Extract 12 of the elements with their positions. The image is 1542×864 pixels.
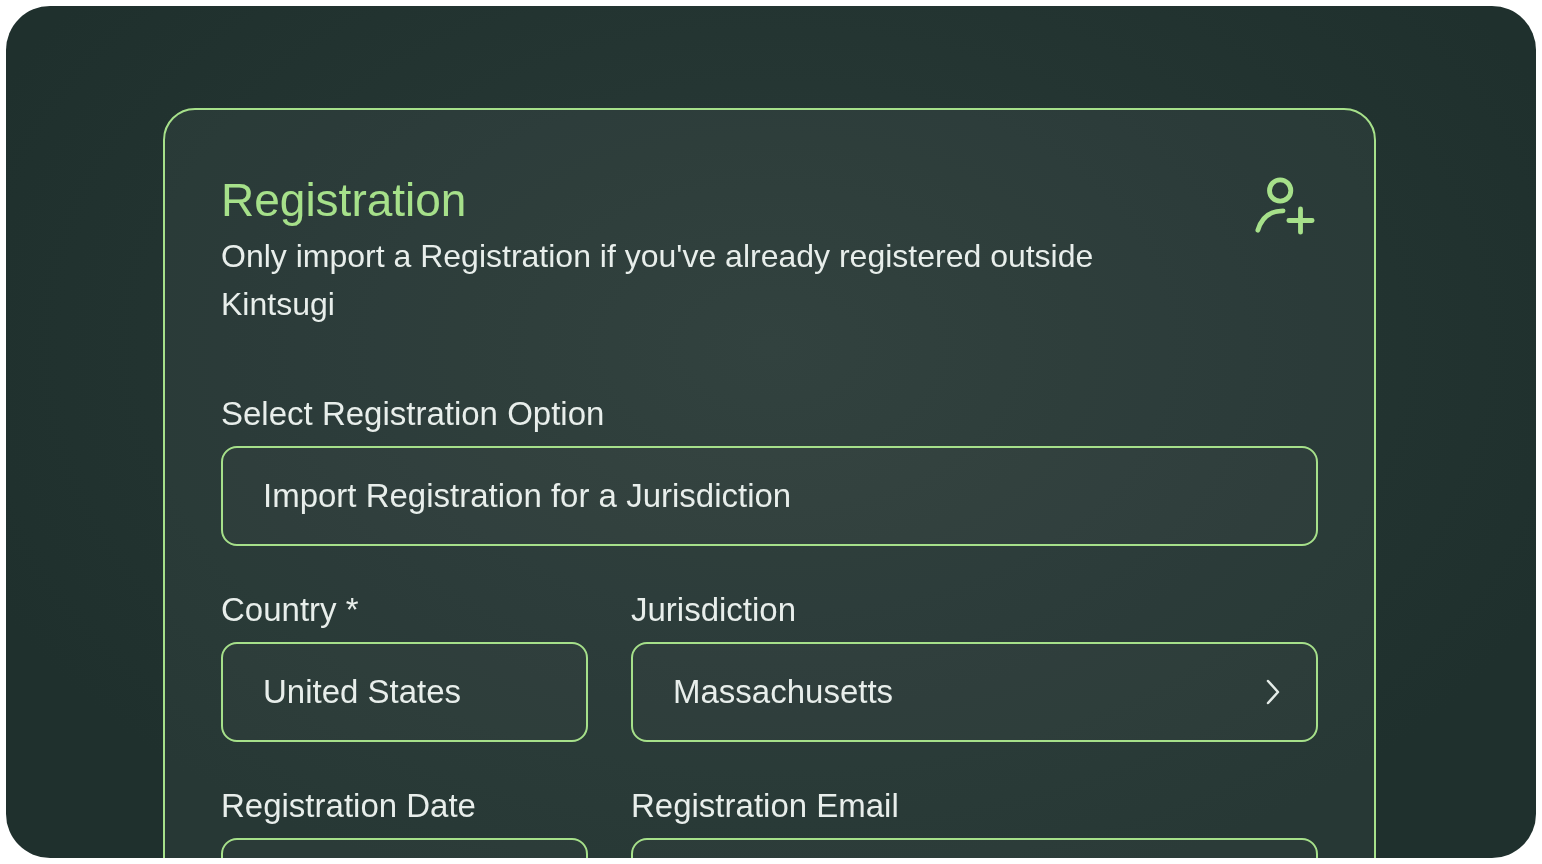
select-field[interactable]: Import Registration for a Jurisdiction xyxy=(221,446,1318,546)
field-label: Registration Date xyxy=(221,786,477,826)
card-subtitle: Only import a Registration if you've already registered outside Kintsugi xyxy=(221,237,1095,324)
chevron-right-icon xyxy=(1266,679,1280,705)
field-label: Country * xyxy=(221,590,360,630)
add-user-icon[interactable] xyxy=(1254,174,1316,236)
field-label: Select Registration Option xyxy=(221,394,606,434)
field-label: Jurisdiction xyxy=(631,590,798,630)
input-field[interactable]: United States xyxy=(221,642,588,742)
jurisdiction-field[interactable]: Massachusetts xyxy=(631,642,1318,742)
field-label: Registration Email xyxy=(631,786,900,826)
card-title: Registration xyxy=(221,173,468,228)
